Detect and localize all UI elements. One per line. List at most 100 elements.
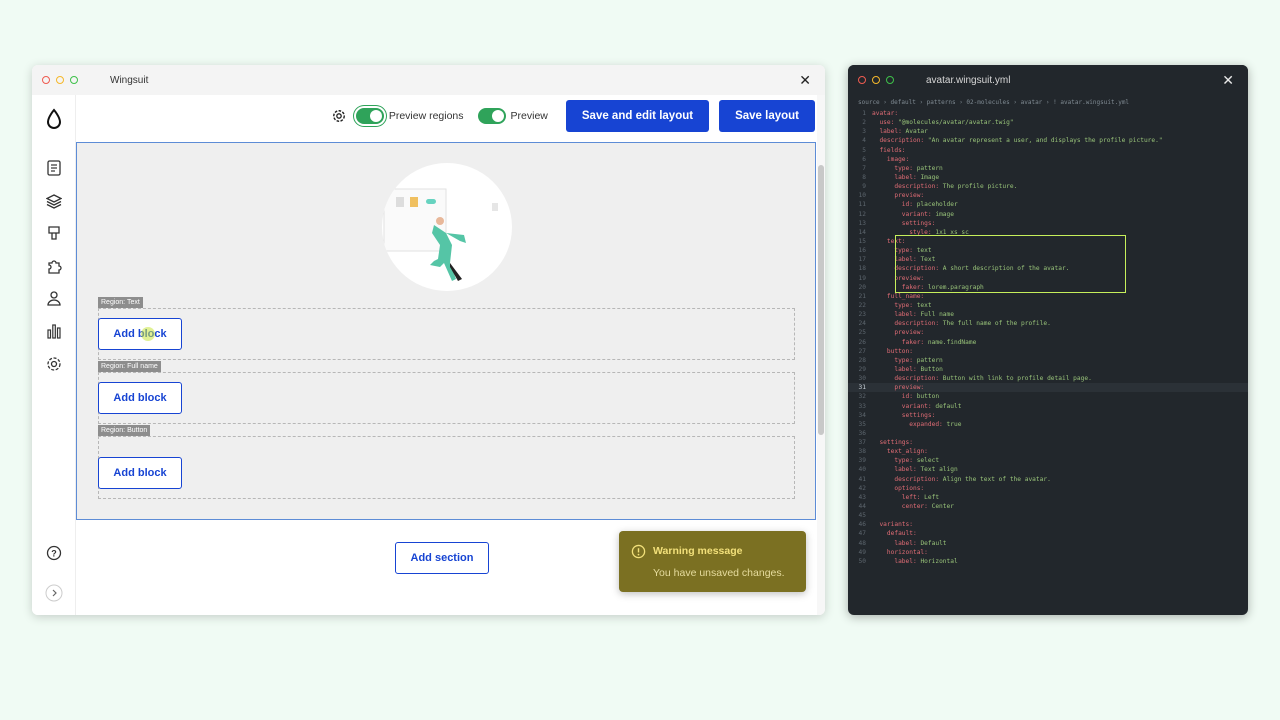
- code-line[interactable]: 39 type: select: [848, 456, 1248, 465]
- code-line[interactable]: 30 description: Button with link to prof…: [848, 374, 1248, 383]
- help-icon[interactable]: ?: [44, 543, 64, 563]
- code-key: preview:: [872, 329, 925, 337]
- code-line[interactable]: 22 type: text: [848, 301, 1248, 310]
- save-and-edit-layout-button[interactable]: Save and edit layout: [565, 100, 710, 132]
- code-line[interactable]: 33 variant: default: [848, 402, 1248, 411]
- puzzle-icon[interactable]: [44, 256, 64, 276]
- code-line[interactable]: 4 description: "An avatar represent a us…: [848, 136, 1248, 145]
- drop-logo-icon[interactable]: [44, 108, 64, 129]
- code-line[interactable]: 8 label: Image: [848, 173, 1248, 182]
- line-number: 8: [862, 173, 866, 181]
- code-line[interactable]: 47 default:: [848, 529, 1248, 538]
- code-line[interactable]: 42 options:: [848, 484, 1248, 493]
- code-line[interactable]: 27 button:: [848, 347, 1248, 356]
- code-line[interactable]: 3 label: Avatar: [848, 127, 1248, 136]
- line-number: 21: [858, 292, 866, 300]
- code-key: use:: [872, 119, 899, 127]
- line-number: 13: [858, 219, 866, 227]
- code-key: label:: [872, 539, 921, 547]
- code-line[interactable]: 28 type: pattern: [848, 356, 1248, 365]
- paint-brush-icon[interactable]: [44, 223, 64, 243]
- line-number: 38: [858, 448, 866, 456]
- code-key: description:: [872, 320, 943, 328]
- code-line[interactable]: 9 description: The profile picture.: [848, 182, 1248, 191]
- code-content[interactable]: 1 avatar: 2 use: "@molecules/avatar/avatar…: [848, 109, 1248, 566]
- breadcrumb-item[interactable]: 02-molecules: [966, 99, 1009, 106]
- close-icon[interactable]: ✕: [799, 72, 811, 89]
- editor-minimize-dot[interactable]: [872, 76, 880, 84]
- save-layout-button[interactable]: Save layout: [719, 100, 815, 132]
- preview-toggle[interactable]: [477, 108, 506, 124]
- code-line[interactable]: 36: [848, 429, 1248, 438]
- code-line[interactable]: 37 settings:: [848, 438, 1248, 447]
- line-number: 29: [858, 365, 866, 373]
- code-line[interactable]: 5 fields:: [848, 146, 1248, 155]
- code-line[interactable]: 12 variant: image: [848, 210, 1248, 219]
- maximize-window-dot[interactable]: [70, 76, 78, 84]
- chevron-right-icon[interactable]: [44, 583, 64, 603]
- preview-label: Preview: [510, 110, 548, 122]
- code-line[interactable]: 2 use: "@molecules/avatar/avatar.twig": [848, 118, 1248, 127]
- code-key: preview:: [872, 192, 925, 200]
- breadcrumb-item[interactable]: avatar: [1021, 99, 1043, 106]
- code-line[interactable]: 29 label: Button: [848, 365, 1248, 374]
- bar-chart-icon[interactable]: [44, 321, 64, 341]
- code-line[interactable]: 48 label: Default: [848, 539, 1248, 548]
- code-line[interactable]: 24 description: The full name of the pro…: [848, 319, 1248, 328]
- code-line[interactable]: 43 left: Left: [848, 493, 1248, 502]
- code-key: label:: [872, 466, 921, 474]
- code-line[interactable]: 25 preview:: [848, 328, 1248, 337]
- code-line[interactable]: 50 label: Horizontal: [848, 557, 1248, 566]
- breadcrumb-item[interactable]: default: [891, 99, 916, 106]
- code-line[interactable]: 44 center: Center: [848, 502, 1248, 511]
- preview-regions-toggle[interactable]: [355, 108, 384, 124]
- editor-close-dot[interactable]: [858, 76, 866, 84]
- layers-icon[interactable]: [44, 191, 64, 211]
- close-window-dot[interactable]: [42, 76, 50, 84]
- code-line[interactable]: 38 text_align:: [848, 447, 1248, 456]
- code-line[interactable]: 23 label: Full name: [848, 310, 1248, 319]
- code-line[interactable]: 10 preview:: [848, 191, 1248, 200]
- breadcrumb-item[interactable]: avatar.wingsuit.yml: [1060, 99, 1129, 106]
- scrollbar[interactable]: [817, 95, 825, 615]
- code-value: Horizontal: [920, 557, 958, 565]
- code-editor-window: avatar.wingsuit.yml ✕ source › default ›…: [848, 65, 1248, 615]
- code-line[interactable]: 32 id: button: [848, 392, 1248, 401]
- code-line[interactable]: 49 horizontal:: [848, 548, 1248, 557]
- code-line[interactable]: 40 label: Text align: [848, 465, 1248, 474]
- code-line[interactable]: 46 variants:: [848, 520, 1248, 529]
- code-line[interactable]: 41 description: Align the text of the av…: [848, 475, 1248, 484]
- code-line[interactable]: 6 image:: [848, 155, 1248, 164]
- add-block-button-text[interactable]: Add block: [98, 318, 182, 350]
- code-line[interactable]: 21 full_name:: [848, 292, 1248, 301]
- code-line[interactable]: 11 id: placeholder: [848, 200, 1248, 209]
- line-number: 25: [858, 329, 866, 337]
- code-line[interactable]: 1 avatar:: [848, 109, 1248, 118]
- code-value: name.findName: [927, 338, 977, 346]
- code-key: button:: [872, 347, 913, 355]
- code-line[interactable]: 13 settings:: [848, 219, 1248, 228]
- code-key: label:: [872, 173, 921, 181]
- settings-icon[interactable]: [44, 354, 64, 374]
- code-key: faker:: [872, 338, 928, 346]
- add-section-button[interactable]: Add section: [395, 542, 489, 574]
- add-block-button-full-name[interactable]: Add block: [98, 382, 182, 414]
- code-line[interactable]: 34 settings:: [848, 411, 1248, 420]
- editor-maximize-dot[interactable]: [886, 76, 894, 84]
- code-line[interactable]: 31 preview:: [848, 383, 1248, 393]
- breadcrumb-item[interactable]: patterns: [927, 99, 956, 106]
- user-icon[interactable]: [44, 288, 64, 308]
- scrollbar-thumb[interactable]: [818, 165, 824, 435]
- gear-icon[interactable]: [332, 109, 346, 123]
- code-value: Full name: [920, 311, 954, 319]
- editor-close-icon[interactable]: ✕: [1222, 72, 1234, 89]
- code-line[interactable]: 35 expanded: true: [848, 420, 1248, 429]
- code-line[interactable]: 45: [848, 511, 1248, 520]
- code-line[interactable]: 7 type: pattern: [848, 164, 1248, 173]
- minimize-window-dot[interactable]: [56, 76, 64, 84]
- breadcrumb-item[interactable]: source: [858, 99, 880, 106]
- code-line[interactable]: 26 faker: name.findName: [848, 338, 1248, 347]
- line-number: 23: [858, 311, 866, 319]
- add-block-button-button[interactable]: Add block: [98, 457, 182, 489]
- document-icon[interactable]: [44, 158, 64, 178]
